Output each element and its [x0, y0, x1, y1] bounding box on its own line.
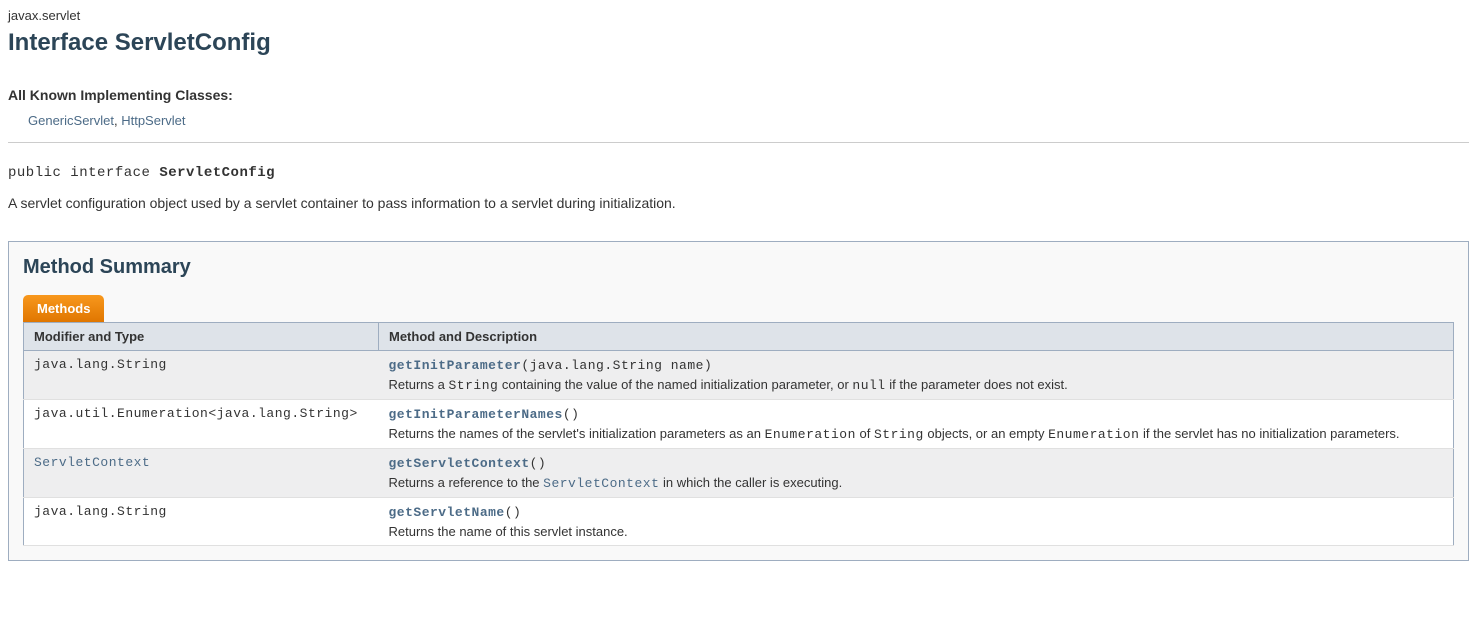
table-row: java.lang.String getServletName() Return…: [24, 498, 1454, 546]
divider: [8, 142, 1469, 143]
method-link-getinitparameter[interactable]: getInitParameter: [389, 358, 522, 373]
implementing-classes-list: GenericServlet, HttpServlet: [28, 113, 1469, 128]
method-params: (): [563, 407, 580, 422]
implementing-classes-heading: All Known Implementing Classes:: [8, 87, 1469, 103]
table-row: java.util.Enumeration<java.lang.String> …: [24, 400, 1454, 449]
type-signature: public interface ServletConfig: [8, 165, 1469, 181]
link-genericservlet[interactable]: GenericServlet: [28, 113, 114, 128]
type-description: A servlet configuration object used by a…: [8, 195, 1469, 211]
method-summary-title: Method Summary: [23, 256, 1454, 279]
method-description: Returns the name of this servlet instanc…: [389, 524, 1444, 539]
method-description: Returns a String containing the value of…: [389, 377, 1444, 393]
method-summary-section: Method Summary Methods Modifier and Type…: [8, 241, 1469, 561]
method-description: Returns the names of the servlet's initi…: [389, 426, 1444, 442]
method-link-getservletcontext[interactable]: getServletContext: [389, 456, 530, 471]
methods-table: Modifier and Type Method and Description…: [23, 322, 1454, 546]
return-type: java.lang.String: [24, 351, 379, 400]
method-link-getinitparameternames[interactable]: getInitParameterNames: [389, 407, 563, 422]
method-params: (): [530, 456, 547, 471]
type-link-servletcontext-inline[interactable]: ServletContext: [543, 476, 659, 491]
page-title: Interface ServletConfig: [8, 29, 1469, 57]
return-type: java.lang.String: [24, 498, 379, 546]
tab-methods[interactable]: Methods: [23, 295, 104, 322]
package-name: javax.servlet: [8, 8, 1469, 23]
header-modifier-type: Modifier and Type: [24, 323, 379, 351]
method-params: (): [505, 505, 522, 520]
method-description: Returns a reference to the ServletContex…: [389, 475, 1444, 491]
signature-prefix: public interface: [8, 165, 159, 181]
table-row: java.lang.String getInitParameter(java.l…: [24, 351, 1454, 400]
method-params: (java.lang.String name): [521, 358, 712, 373]
table-row: ServletContext getServletContext() Retur…: [24, 449, 1454, 498]
link-httpservlet[interactable]: HttpServlet: [121, 113, 185, 128]
method-link-getservletname[interactable]: getServletName: [389, 505, 505, 520]
header-method-description: Method and Description: [379, 323, 1454, 351]
signature-typename: ServletConfig: [159, 165, 275, 181]
type-link-servletcontext[interactable]: ServletContext: [34, 455, 150, 470]
return-type: java.util.Enumeration<java.lang.String>: [24, 400, 379, 449]
